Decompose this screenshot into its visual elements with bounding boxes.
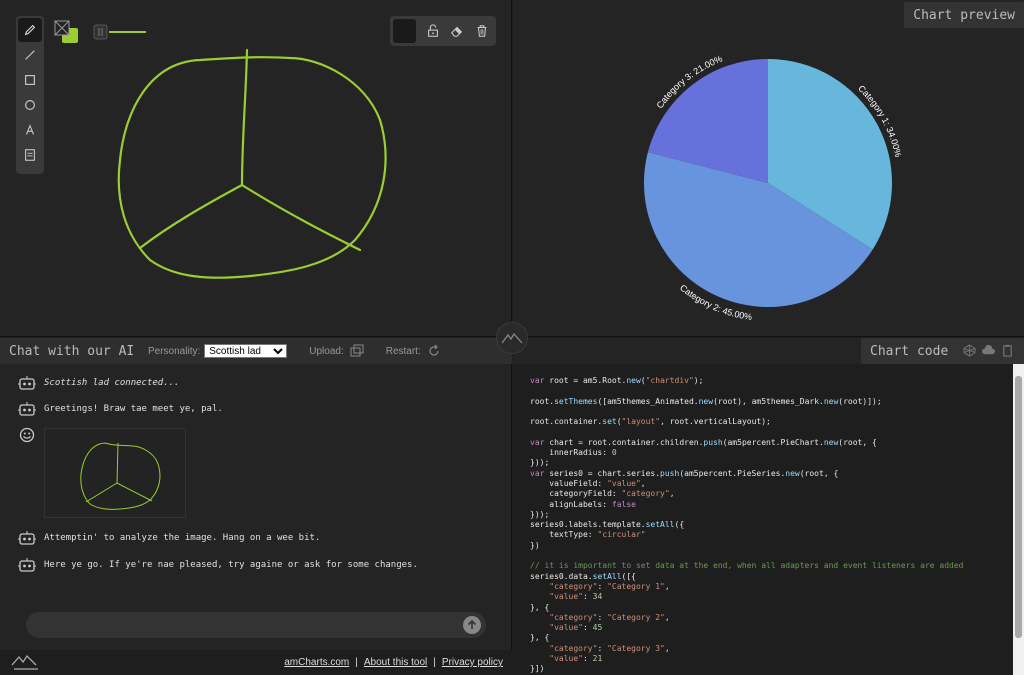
eraser-button[interactable] [446,19,469,43]
chat-message: Scottish lad connected... [18,375,179,391]
note-tool[interactable] [18,143,42,167]
drawing-panel[interactable] [0,0,512,337]
personality-label: Personality: [148,345,201,357]
copy-icon[interactable] [1001,344,1014,357]
amcharts-logo-icon [11,654,38,670]
chat-message-text: Scottish lad connected... [44,378,180,388]
drawn-spoke-left [138,183,244,250]
code-editor[interactable]: var root = am5.Root.new("chartdiv"); roo… [513,364,1013,675]
color-swatch-icon [54,20,78,43]
chat-message-text: Here ye go. If ye're nae pleased, try ag… [44,560,418,570]
send-button[interactable] [463,616,481,634]
cloud-icon[interactable] [982,344,995,357]
robot-avatar-icon [18,376,36,390]
chat-header: Chat with our AI Personality: Scottish l… [0,338,512,364]
mountain-logo-icon [501,332,523,344]
code-text: var root = am5.Root.new("chartdiv"); roo… [530,376,964,674]
chat-message-text: Attemptin' to analyze the image. Hang on… [44,533,321,543]
pencil-icon [24,24,36,36]
stroke-width-selector[interactable] [93,24,147,40]
drawing-canvas[interactable] [0,0,512,337]
restart-group: Restart: [386,344,441,358]
trash-button[interactable] [471,19,494,43]
smiley-avatar-icon [19,427,35,443]
note-icon [25,149,35,161]
pie-chart: Category 1: 34.00%Category 2: 45.00%Cate… [644,54,903,322]
circle-tool[interactable] [18,93,42,117]
drawn-circle-stroke [117,56,387,279]
footer-separator: | [433,657,436,668]
background-swatch[interactable] [393,19,416,43]
amcharts-link[interactable]: amCharts.com [284,657,349,668]
pencil-tool[interactable] [18,18,42,42]
restart-icon[interactable] [427,344,441,358]
robot-avatar-icon [18,531,36,545]
code-scrollbar[interactable] [1013,364,1024,675]
trash-icon [477,25,487,37]
robot-avatar-icon [18,402,36,416]
chat-input[interactable] [26,612,486,638]
chat-message: Greetings! Braw tae meet ye, pal. [18,401,223,417]
upload-label: Upload: [309,345,344,357]
user-message [18,427,44,443]
scrollbar-thumb[interactable] [1015,376,1022,638]
drawn-spoke-right [240,183,362,252]
about-link[interactable]: About this tool [364,657,427,668]
tool-palette [16,16,44,174]
arrow-up-icon [467,620,477,629]
unlock-button[interactable] [422,19,445,43]
thumbnail-sketch [80,442,161,510]
code-panel: Chart code var root = am5.Root.new("char… [513,338,1024,675]
chat-message: Attemptin' to analyze the image. Hang on… [18,530,320,546]
line-icon [25,50,35,60]
color-picker[interactable] [54,20,80,44]
code-title: Chart code [861,338,1024,364]
chart-preview-panel: Chart preview Category 1: 34.00% Category… [513,0,1024,337]
chat-panel: Chat with our AI Personality: Scottish l… [0,338,512,675]
stroke-width-icon [93,24,146,40]
restart-label: Restart: [385,345,421,357]
text-icon [26,124,34,135]
code-title-text: Chart code [870,343,949,359]
circle-icon [25,100,35,110]
robot-avatar-icon [18,558,36,572]
unlock-icon [427,24,438,37]
personality-group: Personality: Scottish lad [148,344,288,358]
codepen-icon[interactable] [963,344,976,357]
personality-select[interactable]: Scottish lad [204,344,288,358]
chat-footer: amCharts.com | About this tool | Privacy… [0,650,512,675]
code-actions [963,344,1014,357]
eraser-icon [451,26,463,37]
text-tool[interactable] [18,118,42,142]
rectangle-tool[interactable] [18,68,42,92]
upload-group: Upload: [309,344,364,358]
privacy-link[interactable]: Privacy policy [442,657,503,668]
footer-separator: | [355,657,358,668]
chat-message: Here ye go. If ye're nae pleased, try ag… [18,557,418,573]
chat-title: Chat with our AI [9,343,135,359]
amcharts-center-logo [496,322,528,354]
rectangle-icon [25,75,35,85]
canvas-toolbar [390,16,496,46]
uploaded-drawing-thumbnail [44,428,186,518]
drawn-spoke-up [240,48,249,187]
chat-message-text: Greetings! Braw tae meet ye, pal. [44,404,223,414]
upload-icon[interactable] [350,344,364,358]
line-tool[interactable] [18,43,42,67]
